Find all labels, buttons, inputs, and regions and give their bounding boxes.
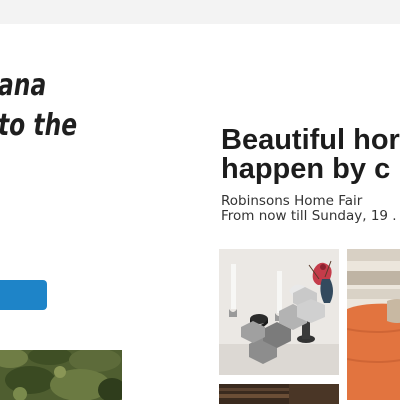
product-photo-wood[interactable]: [219, 384, 339, 404]
landscape-photo: [0, 350, 122, 400]
promo-heading: Beautiful hor happen by c: [221, 126, 400, 184]
promo-heading-line-1: Beautiful hor: [221, 124, 400, 156]
top-bar: [0, 0, 400, 24]
promo-event-name: Robinsons Home Fair: [221, 193, 363, 209]
promo-heading-line-2: happen by c: [221, 153, 391, 185]
product-photo-textiles[interactable]: [347, 249, 400, 400]
hero-heading-line-2: to the: [0, 108, 78, 143]
hero-heading-line-1: ana: [0, 68, 47, 103]
hero-heading: ana to the: [0, 66, 77, 146]
promo-details: Robinsons Home Fair From now till Sunday…: [221, 194, 397, 224]
cta-button[interactable]: [0, 280, 47, 310]
product-photo-candles-coasters[interactable]: [219, 249, 339, 375]
promo-event-date: From now till Sunday, 19 .: [221, 208, 397, 224]
